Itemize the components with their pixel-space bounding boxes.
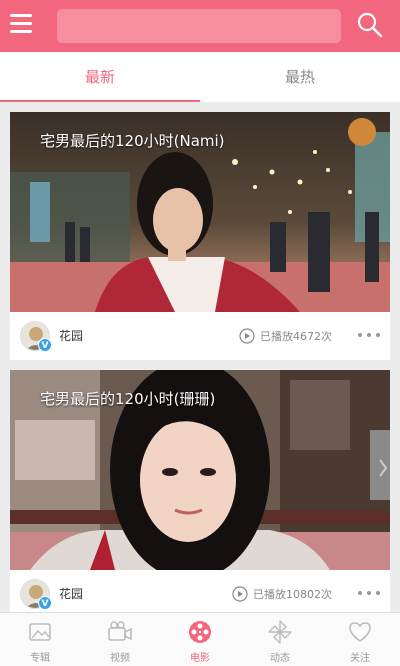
video-thumbnail[interactable]: 宅男最后的120小时(Nami): [10, 112, 390, 312]
heart-icon: [347, 619, 373, 645]
verified-icon: V: [38, 338, 52, 352]
active-tab-indicator: [0, 100, 200, 102]
more-options-icon[interactable]: [358, 590, 382, 598]
nav-item-follow[interactable]: 关注: [320, 613, 400, 666]
nav-item-movie[interactable]: 电影: [160, 613, 240, 666]
video-card[interactable]: 宅男最后的120小时(Nami) V 花园 已播放4672次: [10, 112, 390, 360]
search-icon[interactable]: [356, 11, 384, 39]
tab-latest[interactable]: 最新: [0, 52, 200, 102]
card-footer: V 花园 已播放4672次: [10, 312, 390, 360]
play-icon: [232, 586, 248, 602]
video-thumbnail[interactable]: 宅男最后的120小时(珊珊): [10, 370, 390, 570]
nav-label: 视频: [110, 653, 130, 664]
nav-label: 动态: [270, 653, 290, 664]
play-icon: [239, 328, 255, 344]
menu-icon[interactable]: [10, 14, 36, 36]
film-reel-icon: [187, 619, 213, 645]
play-count: 已播放4672次: [260, 330, 332, 343]
video-card[interactable]: 宅男最后的120小时(珊珊) V 花园 已播放10802次: [10, 370, 390, 618]
nav-item-video[interactable]: 视频: [80, 613, 160, 666]
nav-item-activity[interactable]: 动态: [240, 613, 320, 666]
video-title: 宅男最后的120小时(珊珊): [40, 390, 216, 408]
author-name[interactable]: 花园: [59, 327, 83, 344]
search-input[interactable]: [57, 9, 341, 43]
nav-label: 关注: [350, 653, 370, 664]
card-footer: V 花园 已播放10802次: [10, 570, 390, 618]
tab-hottest[interactable]: 最热: [200, 52, 400, 102]
nav-label: 专辑: [30, 653, 50, 664]
nav-item-album[interactable]: 专辑: [0, 613, 80, 666]
more-options-icon[interactable]: [358, 332, 382, 340]
video-camera-icon: [107, 619, 133, 645]
pinwheel-icon: [267, 619, 293, 645]
tab-bar: 最新 最热: [0, 52, 400, 102]
nav-label: 电影: [190, 653, 210, 664]
video-title: 宅男最后的120小时(Nami): [40, 132, 225, 150]
verified-icon: V: [38, 596, 52, 610]
author-name[interactable]: 花园: [59, 585, 83, 602]
top-bar: [0, 0, 400, 52]
play-count: 已播放10802次: [253, 588, 332, 601]
album-icon: [27, 619, 53, 645]
bottom-navigation: 专辑 视频 电影 动态 关注: [0, 612, 400, 666]
